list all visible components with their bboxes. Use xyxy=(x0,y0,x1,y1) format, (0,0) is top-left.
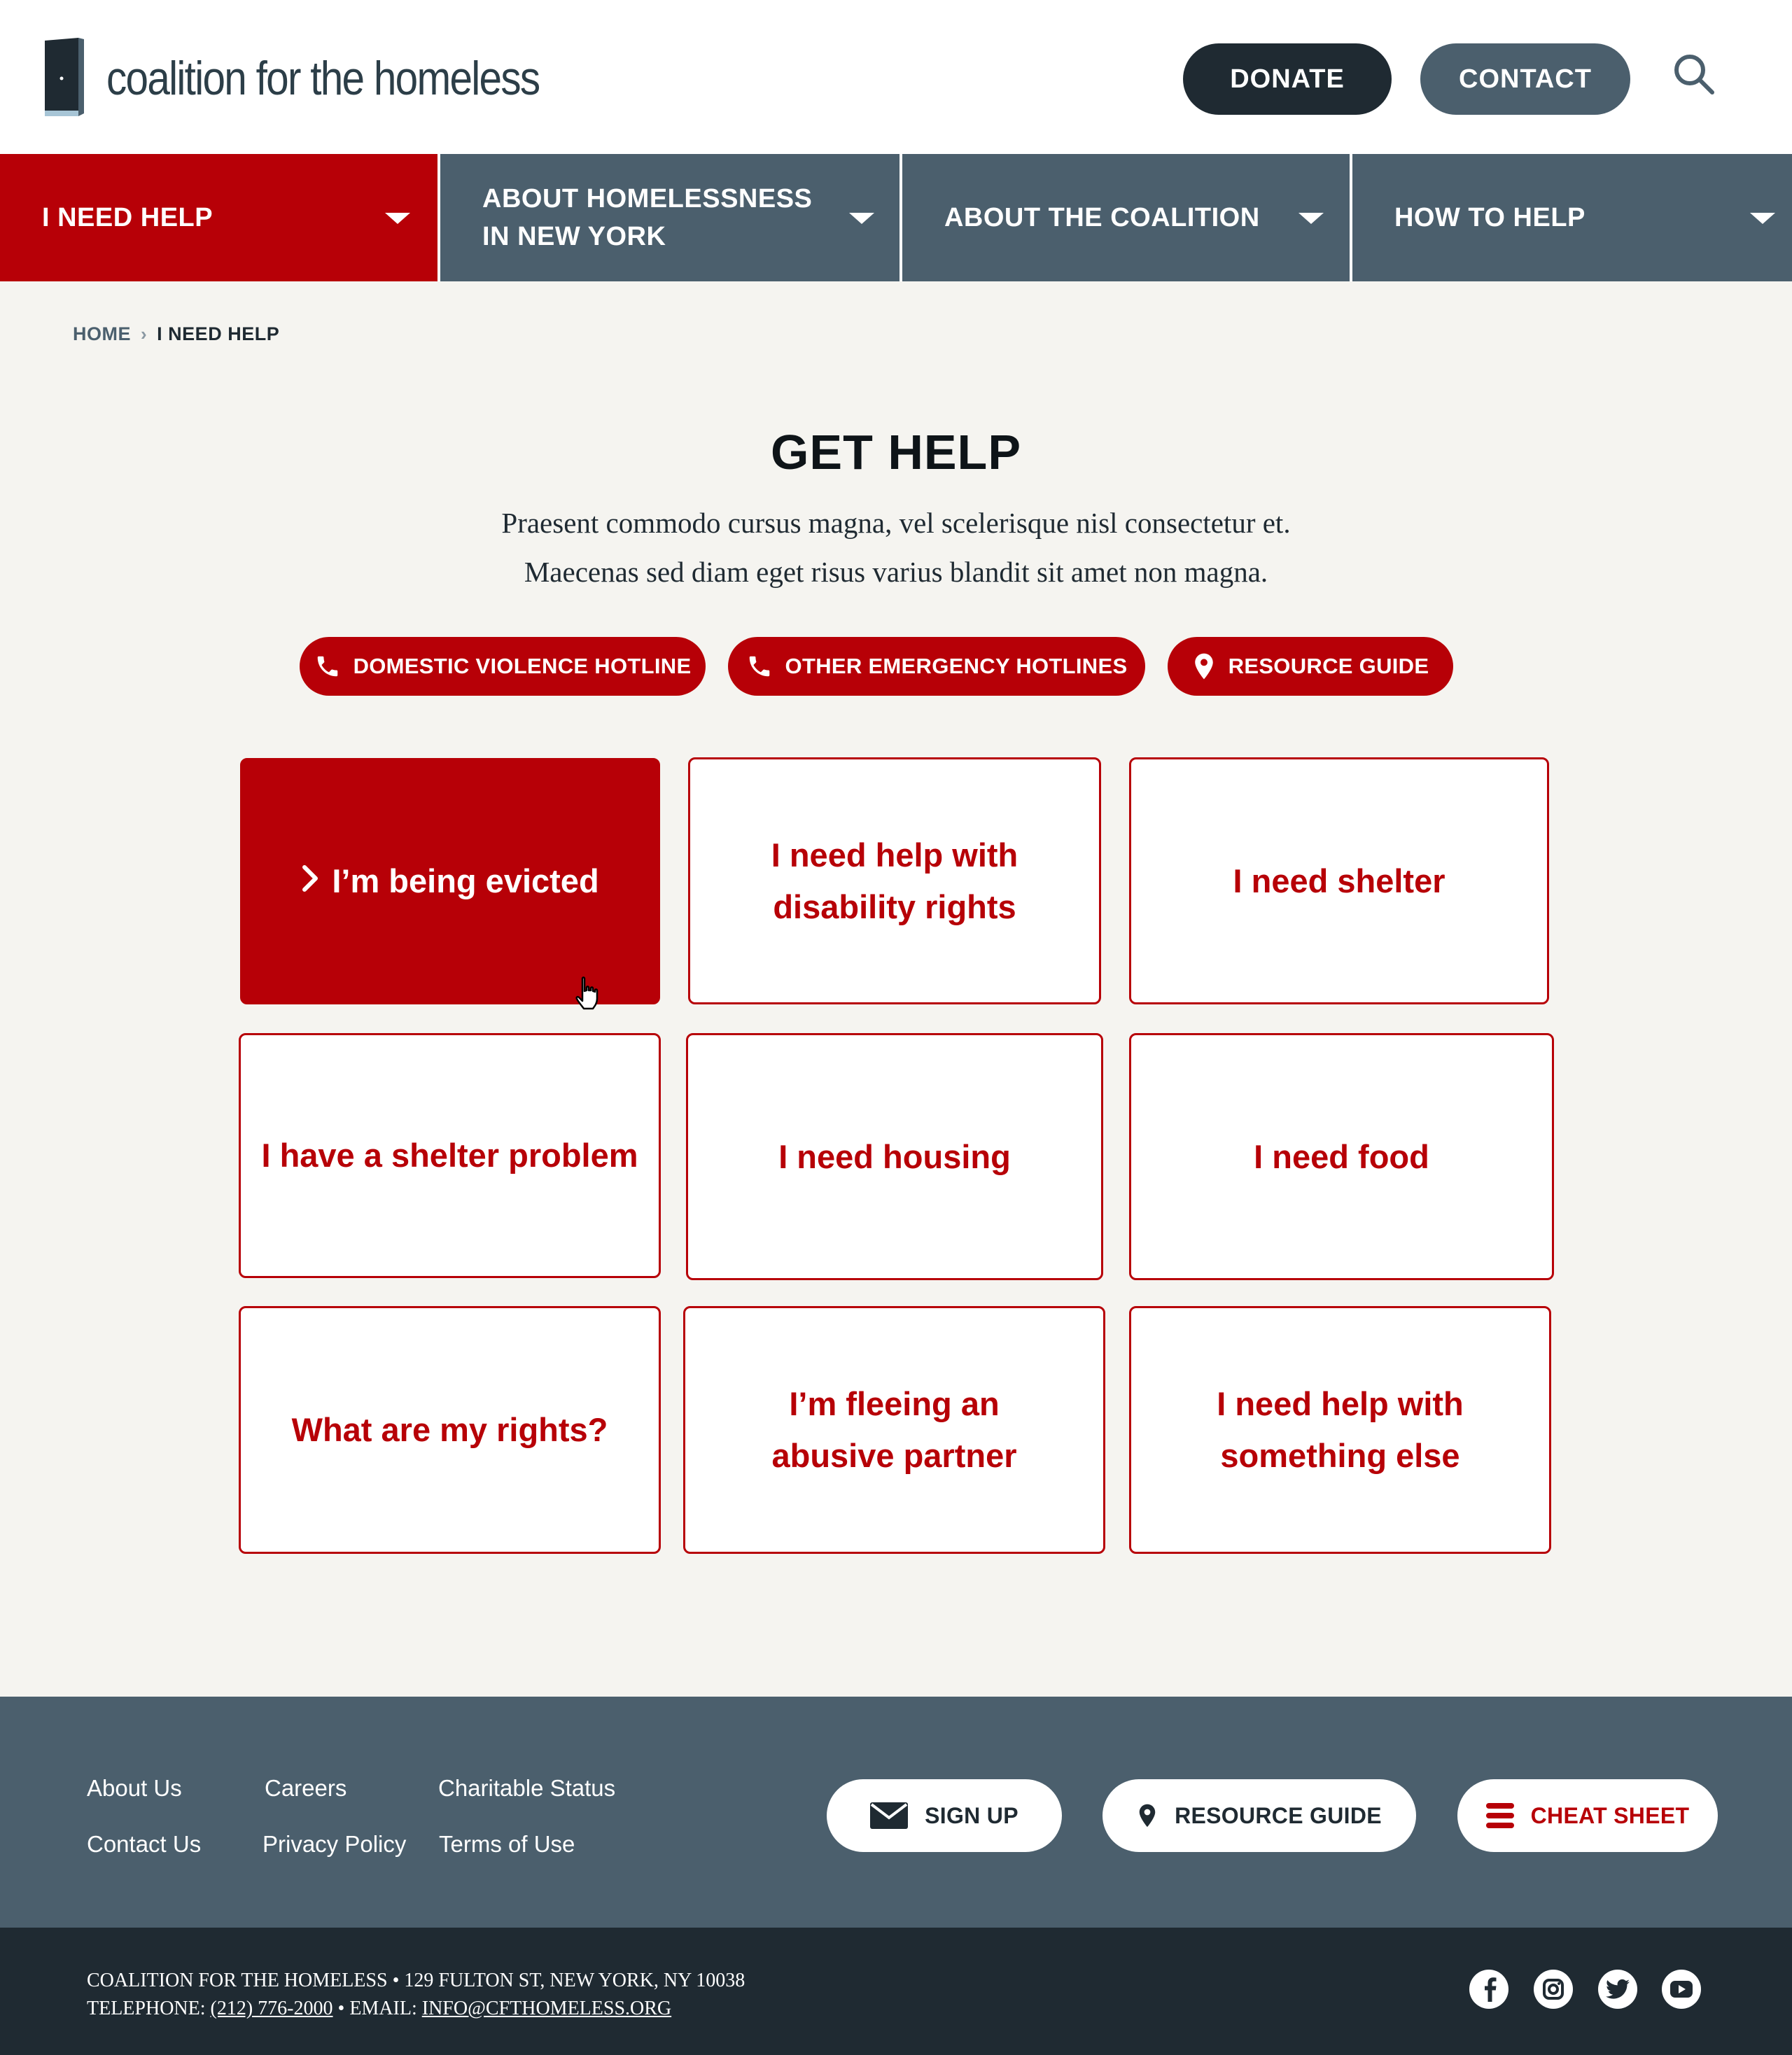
cheat-sheet-label: CHEAT SHEET xyxy=(1530,1802,1690,1828)
footer-link-terms-of-use[interactable]: Terms of Use xyxy=(439,1831,575,1858)
help-card-need-shelter[interactable]: I need shelter xyxy=(1129,757,1549,1004)
list-icon xyxy=(1485,1803,1514,1828)
contact-info: COALITION FOR THE HOMELESS • 129 FULTON … xyxy=(87,1967,745,2023)
help-card-need-food[interactable]: I need food xyxy=(1129,1033,1554,1280)
nav-item-label: ABOUT HOMELESSNESS IN NEW YORK xyxy=(482,184,813,251)
instagram-icon[interactable] xyxy=(1534,1970,1573,2009)
domestic-violence-hotline-button[interactable]: DOMESTIC VIOLENCE HOTLINE xyxy=(300,637,706,696)
help-card-shelter-problem[interactable]: I have a shelter problem xyxy=(239,1033,661,1278)
site-header: coalition for the homeless DONATE CONTAC… xyxy=(0,0,1792,154)
logo-wordmark: coalition for the homeless xyxy=(106,52,540,105)
footer-link-about-us[interactable]: About Us xyxy=(87,1775,182,1802)
email-prefix: • EMAIL: xyxy=(337,1998,417,2019)
search-icon[interactable] xyxy=(1672,52,1716,97)
intro-line-1: Praesent commodo cursus magna, vel scele… xyxy=(501,507,1291,539)
donate-button[interactable]: DONATE xyxy=(1183,43,1392,115)
site-logo[interactable]: coalition for the homeless xyxy=(41,38,610,119)
map-pin-icon xyxy=(1194,653,1213,680)
site-footer: About Us Careers Charitable Status Conta… xyxy=(0,1697,1792,1928)
breadcrumb: HOME › I NEED HELP xyxy=(73,323,279,345)
chevron-down-icon xyxy=(849,213,875,224)
page-title: GET HELP xyxy=(770,425,1022,479)
hand-cursor-icon xyxy=(575,976,598,1010)
nav-item-about-coalition[interactable]: ABOUT THE COALITION xyxy=(902,154,1350,281)
main-nav: I NEED HELP ABOUT HOMELESSNESS IN NEW YO… xyxy=(0,154,1792,281)
nav-item-label: I NEED HELP xyxy=(42,203,214,232)
resource-guide-label: RESOURCE GUIDE xyxy=(1175,1802,1382,1828)
sign-up-button[interactable]: SIGN UP xyxy=(827,1779,1062,1852)
card-label: I have a shelter problem xyxy=(261,1137,638,1174)
address-line: COALITION FOR THE HOMELESS • 129 FULTON … xyxy=(87,1970,746,1991)
telephone-prefix: TELEPHONE: xyxy=(87,1998,206,2019)
facebook-icon[interactable] xyxy=(1469,1970,1508,2009)
help-card-my-rights[interactable]: What are my rights? xyxy=(239,1306,661,1554)
youtube-icon[interactable] xyxy=(1662,1970,1701,2009)
footer-resource-guide-button[interactable]: RESOURCE GUIDE xyxy=(1102,1779,1416,1852)
phone-icon xyxy=(749,656,769,677)
twitter-icon[interactable] xyxy=(1598,1970,1637,2009)
pill-label: DOMESTIC VIOLENCE HOTLINE xyxy=(353,654,692,678)
nav-item-about-homelessness[interactable]: ABOUT HOMELESSNESS IN NEW YORK xyxy=(440,154,899,281)
footer-bottom-bar: COALITION FOR THE HOMELESS • 129 FULTON … xyxy=(0,1928,1792,2055)
breadcrumb-current: I NEED HELP xyxy=(157,323,280,344)
help-card-disability-rights[interactable]: I need help with disability rights xyxy=(688,757,1101,1004)
sign-up-label: SIGN UP xyxy=(925,1802,1018,1828)
chevron-right-icon xyxy=(301,855,319,907)
chevron-down-icon xyxy=(1749,213,1775,224)
footer-link-careers[interactable]: Careers xyxy=(265,1775,346,1802)
card-label: I’m fleeing an abusive partner xyxy=(771,1385,1017,1474)
page-intro: Praesent commodo cursus magna, vel scele… xyxy=(0,498,1792,596)
footer-link-charitable-status[interactable]: Charitable Status xyxy=(438,1775,615,1802)
cheat-sheet-button[interactable]: CHEAT SHEET xyxy=(1457,1779,1718,1852)
envelope-icon xyxy=(870,1802,909,1829)
card-label: I need help with disability rights xyxy=(771,836,1018,925)
card-label: I need housing xyxy=(778,1137,1011,1175)
card-label: I need help with something else xyxy=(1217,1385,1464,1474)
help-card-need-housing[interactable]: I need housing xyxy=(686,1033,1103,1280)
pill-label: OTHER EMERGENCY HOTLINES xyxy=(785,654,1128,678)
door-logo-icon xyxy=(45,38,84,116)
phone-email-line: TELEPHONE: (212) 776-2000 • EMAIL: INFO@… xyxy=(87,1995,745,2023)
other-emergency-hotlines-button[interactable]: OTHER EMERGENCY HOTLINES xyxy=(728,637,1145,696)
intro-line-2: Maecenas sed diam eget risus varius blan… xyxy=(524,556,1268,588)
nav-item-label: HOW TO HELP xyxy=(1394,203,1586,232)
card-label: What are my rights? xyxy=(291,1411,608,1448)
help-card-being-evicted[interactable]: I’m being evicted xyxy=(240,758,660,1010)
card-label: I’m being evicted xyxy=(332,862,599,899)
card-label: I need shelter xyxy=(1233,862,1446,899)
nav-item-i-need-help[interactable]: I NEED HELP xyxy=(0,154,438,281)
chevron-down-icon xyxy=(1298,213,1324,224)
resource-guide-button[interactable]: RESOURCE GUIDE xyxy=(1168,637,1453,696)
footer-link-privacy-policy[interactable]: Privacy Policy xyxy=(262,1831,406,1858)
email-link[interactable]: INFO@CFTHOMELESS.ORG xyxy=(422,1998,671,2019)
telephone-link[interactable]: (212) 776-2000 xyxy=(211,1998,333,2019)
breadcrumb-home-link[interactable]: HOME xyxy=(73,323,131,345)
map-pin-icon xyxy=(1139,1804,1156,1828)
phone-icon xyxy=(317,656,337,677)
pill-label: RESOURCE GUIDE xyxy=(1228,654,1429,678)
nav-item-how-to-help[interactable]: HOW TO HELP xyxy=(1352,154,1792,281)
card-label: I need food xyxy=(1254,1137,1429,1175)
help-card-something-else[interactable]: I need help with something else xyxy=(1129,1306,1551,1554)
footer-link-contact-us[interactable]: Contact Us xyxy=(87,1831,201,1858)
nav-item-label: ABOUT THE COALITION xyxy=(944,203,1260,232)
chevron-down-icon xyxy=(385,213,410,224)
help-card-fleeing-abusive-partner[interactable]: I’m fleeing an abusive partner xyxy=(683,1306,1105,1554)
contact-button[interactable]: CONTACT xyxy=(1420,43,1630,115)
breadcrumb-separator: › xyxy=(141,323,148,344)
